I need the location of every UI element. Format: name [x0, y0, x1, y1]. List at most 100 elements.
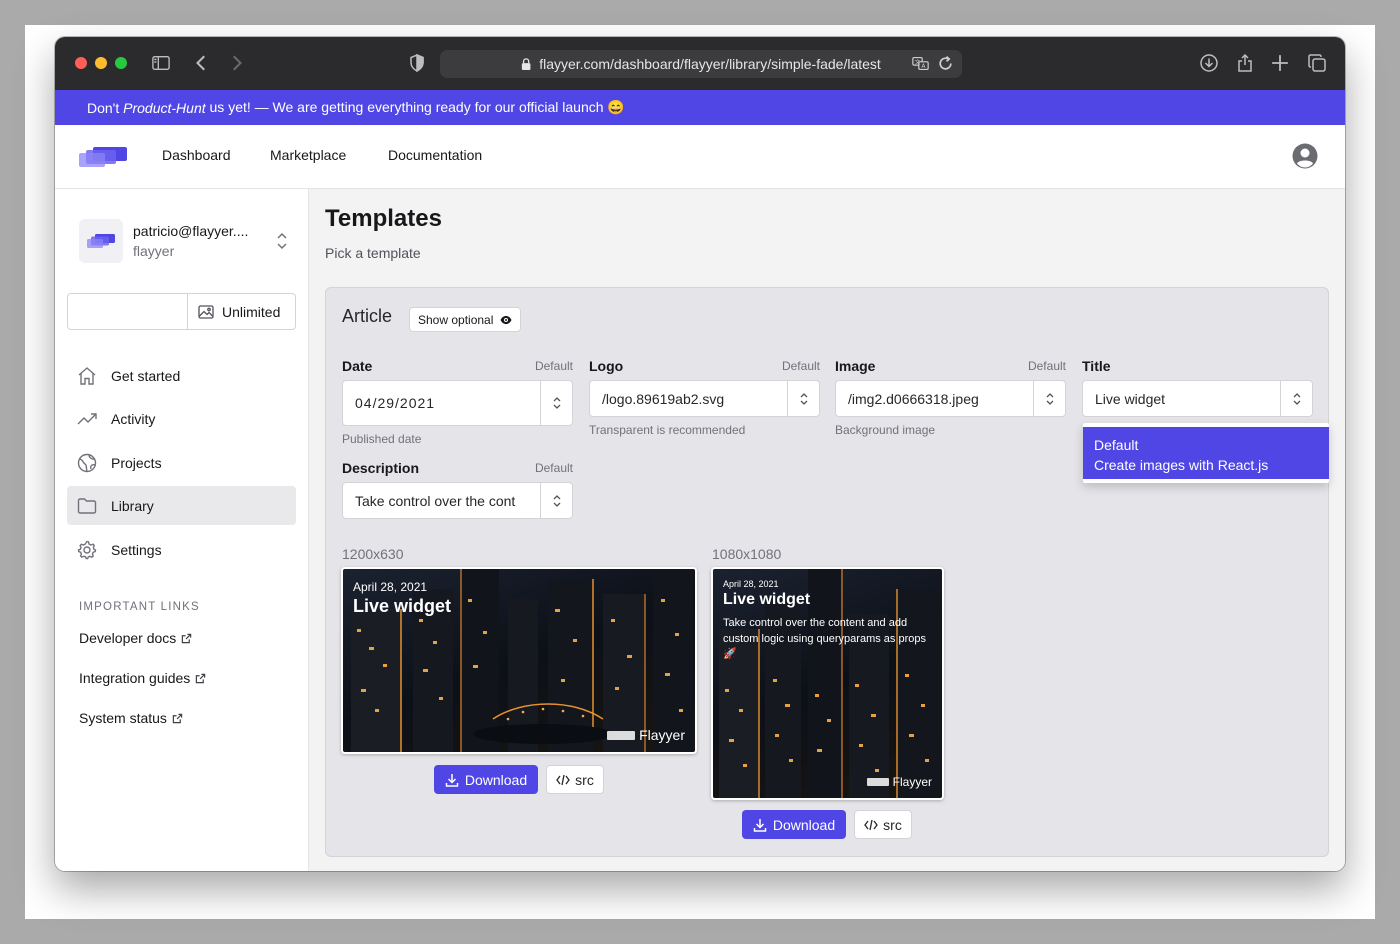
announcement-banner: Don't Product-Hunt us yet! — We are gett… [55, 90, 1345, 125]
download-label: Download [772, 816, 836, 833]
address-bar[interactable]: flayyer.com/dashboard/flayyer/library/si… [440, 50, 962, 78]
quota-box: Unlimited [67, 293, 296, 330]
stepper-icon[interactable] [540, 381, 572, 425]
download-label: Download [464, 771, 528, 788]
link-system-status[interactable]: System status [79, 710, 183, 726]
link-developer-docs[interactable]: Developer docs [79, 630, 192, 646]
logo-default[interactable]: Default [782, 359, 820, 373]
translate-icon[interactable]: 文A [912, 55, 929, 75]
title-input[interactable]: Live widget [1082, 380, 1313, 417]
close-window-button[interactable] [75, 57, 87, 69]
download-icon [445, 773, 459, 787]
logo-help: Transparent is recommended [589, 423, 746, 437]
banner-emphasis: Product-Hunt [123, 99, 206, 116]
preview-title: Live widget [723, 591, 811, 608]
dropdown-option-label: Default [1094, 437, 1139, 453]
image-help: Background image [835, 423, 936, 437]
source-button[interactable]: src [854, 810, 912, 839]
flayyer-mark-icon [607, 730, 636, 740]
banner-prefix: Don't [87, 99, 124, 116]
folder-icon [77, 497, 97, 514]
stepper-icon[interactable] [1033, 381, 1065, 416]
stepper-icon[interactable] [1280, 381, 1312, 416]
url-text: flayyer.com/dashboard/flayyer/library/si… [539, 56, 881, 72]
source-label: src [883, 816, 902, 833]
stepper-icon[interactable] [787, 381, 819, 416]
nav-documentation[interactable]: Documentation [388, 147, 482, 163]
link-label: Developer docs [79, 630, 177, 646]
user-avatar-icon[interactable] [1292, 143, 1318, 169]
minimize-window-button[interactable] [95, 57, 107, 69]
nav-marketplace[interactable]: Marketplace [270, 147, 346, 163]
description-value: Take control over the cont [355, 492, 516, 509]
code-icon [556, 774, 570, 785]
template-card: Article Show optional Date Default 04/29… [325, 287, 1329, 857]
description-input[interactable]: Take control over the cont [342, 482, 573, 519]
quota-blank [68, 294, 188, 329]
zoom-window-button[interactable] [115, 57, 127, 69]
gear-icon [77, 540, 97, 559]
image-value: /img2.d0666318.jpeg [848, 390, 979, 407]
link-label: System status [79, 710, 167, 726]
back-icon[interactable] [190, 51, 214, 75]
logo-input[interactable]: /logo.89619ab2.svg [589, 380, 820, 417]
preview-image-landscape[interactable]: April 28, 2021 Live widget Flayyer [341, 567, 697, 754]
sidebar-item-label: Settings [111, 541, 162, 558]
tabs-icon[interactable] [1305, 51, 1329, 75]
sidebar-item-get-started[interactable]: Get started [67, 356, 296, 395]
main-content: Templates Pick a template Article Show o… [309, 189, 1345, 871]
description-default[interactable]: Default [535, 461, 573, 475]
sidebar-item-activity[interactable]: Activity [67, 399, 296, 438]
flayyer-logo[interactable] [79, 147, 127, 167]
date-value: 04/29/2021 [355, 395, 436, 411]
sidebar-item-label: Library [111, 497, 154, 514]
sidebar-item-library[interactable]: Library [67, 486, 296, 525]
chevron-updown-icon [275, 231, 289, 251]
quota-label: Unlimited [222, 303, 281, 320]
account-switcher[interactable]: patricio@flayyer.... flayyer [79, 217, 289, 265]
image-label: Image [835, 358, 876, 374]
dropdown-option-default[interactable]: Default Create images with React.js [1083, 427, 1329, 479]
image-default[interactable]: Default [1028, 359, 1066, 373]
share-icon[interactable] [1233, 51, 1257, 75]
globe-icon [77, 453, 97, 472]
download-button[interactable]: Download [742, 810, 846, 839]
new-tab-icon[interactable] [1268, 51, 1292, 75]
svg-text:文: 文 [915, 58, 921, 66]
team-logo [79, 219, 123, 263]
lock-icon [521, 58, 533, 70]
date-input[interactable]: 04/29/2021 [342, 380, 573, 426]
sidebar-item-settings[interactable]: Settings [67, 530, 296, 569]
code-icon [864, 819, 878, 830]
stepper-icon[interactable] [540, 483, 572, 518]
home-icon [78, 366, 96, 385]
preview-description: Take control over the content and add cu… [723, 617, 926, 660]
sidebar-icon[interactable] [149, 51, 173, 75]
account-team: flayyer [133, 243, 175, 259]
reload-icon[interactable] [937, 55, 954, 75]
sidebar-item-projects[interactable]: Projects [67, 443, 296, 482]
show-optional-button[interactable]: Show optional [409, 307, 522, 332]
nav-dashboard[interactable]: Dashboard [162, 147, 231, 163]
link-label: Integration guides [79, 670, 191, 686]
download-button[interactable]: Download [434, 765, 538, 794]
download-icon [753, 818, 767, 832]
page-title: Templates [325, 205, 442, 232]
preview-image-square[interactable]: April 28, 2021 Live widget Take control … [711, 567, 944, 800]
description-label: Description [342, 460, 420, 476]
image-input[interactable]: /img2.d0666318.jpeg [835, 380, 1066, 417]
forward-icon[interactable] [224, 51, 248, 75]
shield-icon[interactable] [405, 51, 429, 75]
date-default[interactable]: Default [535, 359, 573, 373]
top-navigation: Dashboard Marketplace Documentation [55, 125, 1345, 189]
sidebar: patricio@flayyer.... flayyer Unlimited G… [55, 189, 309, 871]
download-icon[interactable] [1197, 51, 1221, 75]
preview-brand: Flayyer [866, 775, 932, 789]
show-optional-label: Show optional [418, 312, 494, 327]
source-button[interactable]: src [546, 765, 604, 794]
link-integration-guides[interactable]: Integration guides [79, 670, 206, 686]
browser-window: flayyer.com/dashboard/flayyer/library/si… [55, 37, 1345, 871]
external-link-icon [172, 713, 183, 723]
quota-unlimited: Unlimited [188, 294, 295, 329]
preview-brand-label: Flayyer [639, 727, 685, 743]
